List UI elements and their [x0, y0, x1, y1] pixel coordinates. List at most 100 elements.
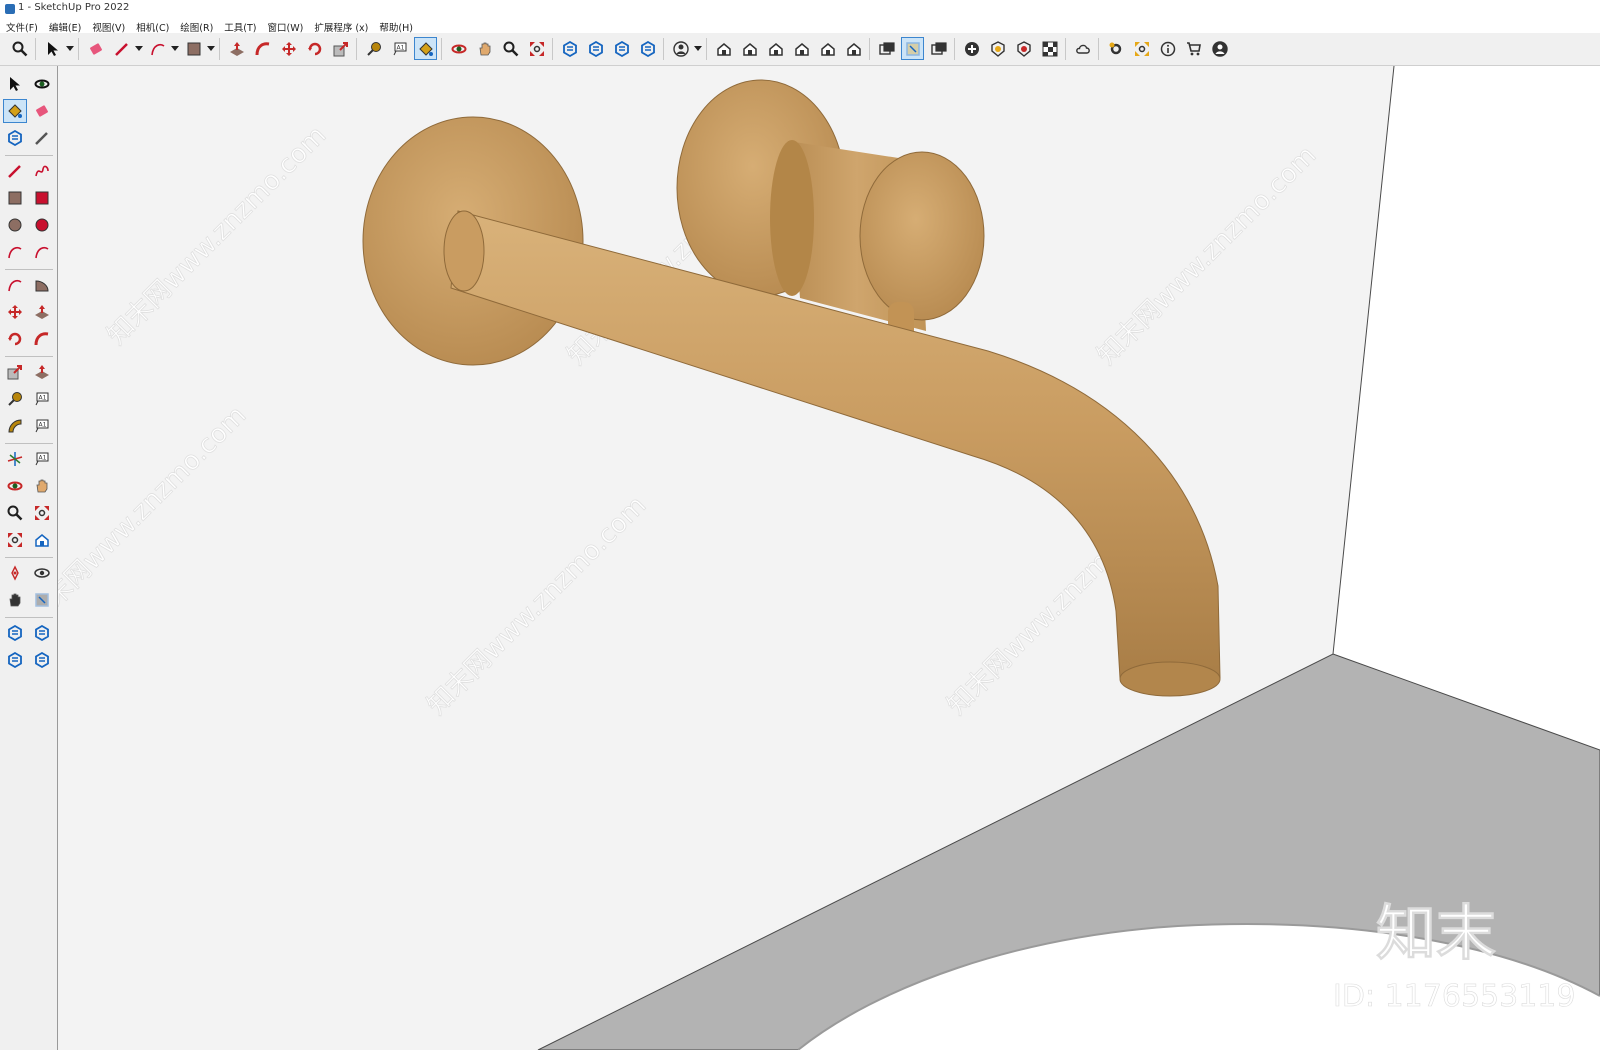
iso-view-icon[interactable] [712, 37, 735, 60]
menu-item-7[interactable]: 扩展程序 (x) [308, 18, 373, 34]
rotated-rectangle-icon[interactable] [30, 186, 54, 210]
freehand-icon[interactable] [30, 159, 54, 183]
menu-item-1[interactable]: 编辑(E) [43, 18, 86, 34]
paint-bucket-icon[interactable] [3, 99, 27, 123]
dimension-icon[interactable]: A1 [30, 387, 54, 411]
zoom-extents-icon[interactable] [525, 37, 548, 60]
orbit-small-icon[interactable] [30, 72, 54, 96]
info-icon[interactable] [1156, 37, 1179, 60]
fog-icon[interactable] [1012, 37, 1035, 60]
right-view-icon[interactable] [790, 37, 813, 60]
front-view-icon[interactable] [764, 37, 787, 60]
walk-icon[interactable] [3, 588, 27, 612]
rotate-icon[interactable] [303, 37, 326, 60]
shadows-icon[interactable] [986, 37, 1009, 60]
previous-view-icon[interactable] [30, 528, 54, 552]
extension-warehouse-icon[interactable] [584, 37, 607, 60]
tape-measure-icon[interactable] [362, 37, 385, 60]
tape-measure-icon[interactable] [3, 387, 27, 411]
materials-icon[interactable] [1038, 37, 1061, 60]
send-to-layout-icon[interactable] [636, 37, 659, 60]
follow-me-icon[interactable] [251, 37, 274, 60]
paint-bucket-icon[interactable] [414, 37, 437, 60]
menu-item-2[interactable]: 视图(V) [86, 18, 130, 34]
three-point-arc-icon[interactable] [3, 273, 27, 297]
rectangle-icon[interactable] [182, 37, 205, 60]
protractor-icon[interactable] [3, 414, 27, 438]
pan-icon[interactable] [473, 37, 496, 60]
layout-icon[interactable] [610, 37, 633, 60]
zoom-window-icon[interactable] [30, 501, 54, 525]
menu-item-8[interactable]: 帮助(H) [373, 18, 418, 34]
menu-item-6[interactable]: 窗口(W) [262, 18, 309, 34]
eraser-icon[interactable] [30, 99, 54, 123]
windows-icon[interactable] [1130, 37, 1153, 60]
dropdown-arrow-icon[interactable] [66, 46, 74, 51]
scene-canvas[interactable]: 知末网www.znzmo.com 知末网www.znzmo.com 知末网www.z… [58, 66, 1600, 1050]
warehouse-icon[interactable] [558, 37, 581, 60]
extension-warehouse-icon[interactable] [30, 621, 54, 645]
section-plane-icon[interactable] [30, 588, 54, 612]
pan-icon[interactable] [30, 474, 54, 498]
position-camera-icon[interactable] [3, 561, 27, 585]
rotate-icon[interactable] [3, 327, 27, 351]
send-to-layout-icon[interactable] [30, 648, 54, 672]
menu-item-5[interactable]: 工具(T) [218, 18, 261, 34]
zoom-extents-icon[interactable] [3, 528, 27, 552]
dropdown-arrow-icon[interactable] [207, 46, 215, 51]
account-icon[interactable] [669, 37, 692, 60]
warehouse-icon[interactable] [3, 621, 27, 645]
select-icon[interactable] [41, 37, 64, 60]
circle-icon[interactable] [3, 213, 27, 237]
text-icon[interactable]: A1 [388, 37, 411, 60]
left-view-icon[interactable] [842, 37, 865, 60]
orbit-icon[interactable] [447, 37, 470, 60]
pencil-tag-icon[interactable] [30, 126, 54, 150]
line-icon[interactable] [3, 159, 27, 183]
top-view-icon[interactable] [738, 37, 761, 60]
cart-icon[interactable] [1182, 37, 1205, 60]
axes-icon[interactable] [3, 447, 27, 471]
section-plane-icon[interactable] [901, 37, 924, 60]
cloud-icon[interactable] [1071, 37, 1094, 60]
eraser-icon[interactable] [84, 37, 107, 60]
zoom-tool-icon[interactable] [499, 37, 522, 60]
select-icon[interactable] [3, 72, 27, 96]
follow-me-icon[interactable] [30, 327, 54, 351]
move-icon[interactable] [3, 300, 27, 324]
add-location-icon[interactable] [960, 37, 983, 60]
dropdown-arrow-icon[interactable] [135, 46, 143, 51]
scale-icon[interactable] [3, 360, 27, 384]
offset-icon[interactable] [30, 360, 54, 384]
menu-item-0[interactable]: 文件(F) [0, 18, 43, 34]
push-pull-icon[interactable] [225, 37, 248, 60]
dropdown-arrow-icon[interactable] [694, 46, 702, 51]
menu-item-4[interactable]: 绘图(R) [174, 18, 218, 34]
settings-icon[interactable] [1104, 37, 1127, 60]
orbit-icon[interactable] [3, 474, 27, 498]
polygon-icon[interactable] [30, 213, 54, 237]
dropdown-arrow-icon[interactable] [171, 46, 179, 51]
pie-icon[interactable] [30, 273, 54, 297]
scale-icon[interactable] [329, 37, 352, 60]
look-around-icon[interactable] [30, 561, 54, 585]
scenes-icon[interactable] [927, 37, 950, 60]
component-icon[interactable] [3, 126, 27, 150]
arc-icon[interactable] [146, 37, 169, 60]
model-viewport[interactable]: 知末网www.znzmo.com 知末网www.znzmo.com 知末网www.z… [58, 66, 1600, 1050]
back-view-icon[interactable] [816, 37, 839, 60]
solid-tools-icon[interactable] [875, 37, 898, 60]
rectangle-icon[interactable] [3, 186, 27, 210]
layout-icon[interactable] [3, 648, 27, 672]
two-point-arc-icon[interactable] [30, 240, 54, 264]
zoom-icon[interactable] [8, 37, 31, 60]
menu-item-3[interactable]: 相机(C) [130, 18, 174, 34]
3d-text-icon[interactable]: A1 [30, 447, 54, 471]
pencil-icon[interactable] [110, 37, 133, 60]
push-pull-icon[interactable] [30, 300, 54, 324]
text-icon[interactable]: A1 [30, 414, 54, 438]
arc-icon[interactable] [3, 240, 27, 264]
move-icon[interactable] [277, 37, 300, 60]
user-icon[interactable] [1208, 37, 1231, 60]
zoom-icon[interactable] [3, 501, 27, 525]
